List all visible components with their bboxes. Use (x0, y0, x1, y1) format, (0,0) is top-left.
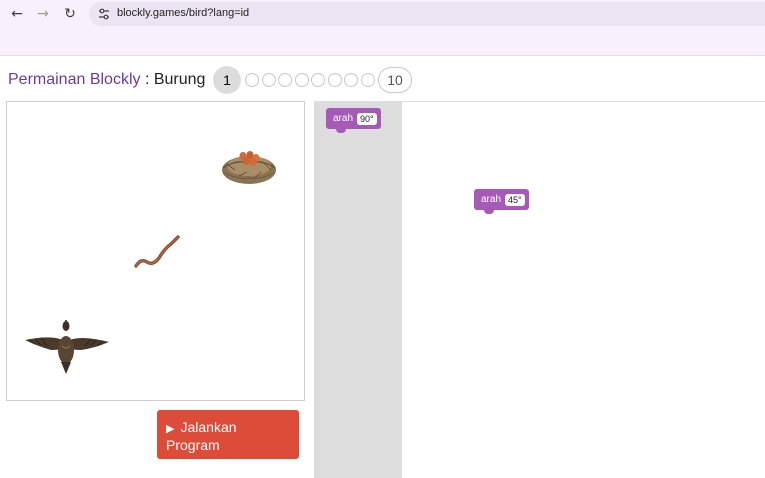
level-7-dot[interactable] (327, 73, 342, 87)
workspace-heading-block[interactable]: arah 45° (474, 189, 529, 214)
block-notch (484, 209, 494, 214)
address-bar[interactable]: blockly.games/bird?lang=id (89, 2, 765, 26)
level-1-current[interactable]: 1 (213, 66, 241, 94)
heading-block-label: arah (481, 194, 502, 205)
url-text: blockly.games/bird?lang=id (117, 7, 250, 19)
level-8-dot[interactable] (344, 73, 358, 87)
games-home-link[interactable]: Permainan Blockly (8, 71, 141, 88)
page-title: Permainan Blockly : Burung (8, 71, 205, 89)
level-2-dot[interactable] (245, 73, 259, 87)
nest-icon (222, 151, 276, 184)
level-selector: 1 10 (213, 66, 412, 94)
bird-icon (25, 320, 109, 374)
game-visualization (6, 101, 305, 401)
run-program-button[interactable]: ▶ Jalankan Program (157, 410, 299, 459)
level-3-dot[interactable] (261, 73, 276, 87)
worm-icon (134, 235, 180, 268)
level-6-dot[interactable] (311, 73, 325, 87)
heading-block-label: arah (333, 113, 354, 124)
site-settings-icon[interactable] (96, 6, 112, 22)
heading-angle-field[interactable]: 45° (505, 193, 525, 206)
block-notch (336, 128, 346, 133)
browser-toolbar-strip (0, 28, 765, 56)
run-program-label: Jalankan Program (166, 419, 237, 453)
blockly-toolbox[interactable]: arah 90° (314, 101, 402, 478)
level-4-dot[interactable] (278, 73, 292, 87)
browser-bar: ← → ↻ blockly.games/bird?lang=id (0, 0, 765, 28)
level-5-dot[interactable] (294, 73, 309, 87)
reload-icon[interactable]: ↻ (60, 4, 80, 24)
toolbox-heading-block[interactable]: arah 90° (326, 108, 381, 133)
level-9-dot[interactable] (360, 73, 375, 87)
title-separator: : (140, 71, 154, 88)
forward-arrow-icon[interactable]: → (33, 4, 53, 24)
blockly-workspace[interactable]: arah 45° (402, 101, 765, 478)
title-row: Permainan Blockly : Burung 1 10 (0, 56, 765, 102)
heading-angle-field[interactable]: 90° (357, 112, 377, 125)
level-title: Burung (153, 71, 206, 88)
back-arrow-icon[interactable]: ← (7, 4, 27, 24)
play-icon: ▶ (166, 422, 175, 435)
level-10-button[interactable]: 10 (378, 67, 412, 93)
